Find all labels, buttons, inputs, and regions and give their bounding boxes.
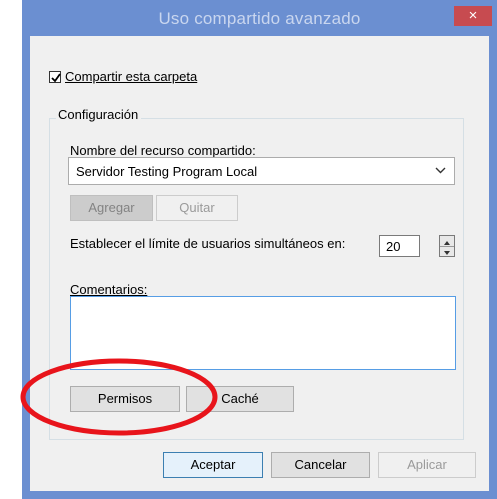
share-name-label: Nombre del recurso compartido: <box>70 143 256 158</box>
close-icon: × <box>468 7 478 24</box>
cache-button[interactable]: Caché <box>186 386 294 412</box>
settings-group-legend: Configuración <box>56 107 142 122</box>
window-title: Uso compartido avanzado <box>158 9 361 28</box>
ok-button[interactable]: Aceptar <box>163 452 263 478</box>
close-button[interactable]: × <box>454 6 492 26</box>
user-limit-input[interactable]: 20 <box>379 235 420 257</box>
share-folder-checkbox-row[interactable]: Compartir esta carpeta <box>49 69 197 84</box>
checkmark-icon <box>51 72 61 82</box>
cancel-button[interactable]: Cancelar <box>271 452 370 478</box>
share-folder-label: Compartir esta carpeta <box>65 69 198 84</box>
share-name-select[interactable]: Servidor Testing Program Local <box>68 157 455 185</box>
comments-textarea[interactable] <box>70 296 456 370</box>
title-bar[interactable]: Uso compartido avanzado × <box>22 0 497 36</box>
chevron-down-icon <box>435 167 446 174</box>
apply-button[interactable]: Aplicar <box>378 452 476 478</box>
share-folder-checkbox[interactable] <box>49 70 61 83</box>
user-limit-value: 20 <box>386 239 401 254</box>
arrow-down-icon <box>444 251 450 255</box>
permissions-button[interactable]: Permisos <box>70 386 180 412</box>
user-limit-stepper[interactable] <box>439 235 455 257</box>
comments-label: Comentarios: <box>70 282 148 297</box>
remove-button[interactable]: Quitar <box>156 195 238 221</box>
share-name-value: Servidor Testing Program Local <box>76 164 258 179</box>
add-button[interactable]: Agregar <box>70 195 153 221</box>
user-limit-label: Establecer el límite de usuarios simultá… <box>70 236 346 251</box>
stepper-down-button[interactable] <box>440 246 454 256</box>
